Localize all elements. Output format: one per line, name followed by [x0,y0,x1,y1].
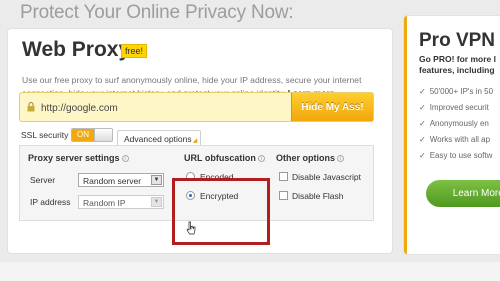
other-options-heading-text: Other options [276,153,335,163]
server-select[interactable]: Random server ▼ [78,173,164,187]
proxy-settings-heading-text: Proxy server settings [28,153,120,163]
disable-javascript-checkbox[interactable] [279,172,288,181]
check-icon: ✓ [419,103,426,112]
disable-javascript-label: Disable Javascript [292,172,361,182]
chevron-down-icon: ▼ [151,175,162,185]
page-headline: Protect Your Online Privacy Now: [20,2,294,23]
ip-address-select-value: Random IP [83,198,126,208]
url-obfuscation-heading-text: URL obfuscation [184,153,256,163]
vpn-feature: ✓ 50'000+ IP's in 50 [419,87,493,96]
proxy-settings-heading: Proxy server settings i [28,153,129,163]
tab-advanced-options[interactable]: Advanced options◢ [117,130,201,146]
vpn-feature: ✓ Works with all ap [419,135,490,144]
pro-vpn-panel: Pro VPN Go PRO! for more l features, inc… [403,15,500,255]
info-icon[interactable]: i [257,155,265,163]
vpn-subtitle: Go PRO! for more l features, including [419,54,496,76]
vpn-feature: ✓ Easy to use softw [419,151,492,160]
url-obfuscation-heading: URL obfuscation i [184,153,265,163]
server-select-value: Random server [83,176,142,186]
url-bar: Hide My Ass! [19,92,374,122]
check-icon: ✓ [419,119,426,128]
vpn-feature-text: 50'000+ IP's in 50 [429,87,494,96]
footer-band [0,262,500,281]
vpn-feature-text: Easy to use softw [429,151,493,160]
triangle-icon: ◢ [192,138,198,144]
ssl-toggle-state: ON [72,129,94,141]
cursor-icon [186,221,196,235]
vpn-feature-text: Works with all ap [429,135,491,144]
ip-address-select[interactable]: Random IP ▼ [78,195,164,209]
disable-flash-label: Disable Flash [292,191,344,201]
check-icon: ✓ [419,87,426,96]
vpn-title: Pro VPN [419,30,496,51]
vpn-feature: ✓ Anonymously en [419,119,489,128]
other-options-heading: Other options i [276,153,344,163]
vpn-accent-stripe [404,16,407,254]
lock-icon [27,102,35,112]
info-icon[interactable]: i [337,155,344,163]
ssl-security-label: SSL security [21,130,69,140]
chevron-down-icon: ▼ [151,197,162,207]
web-proxy-title: Web Proxy [22,38,131,61]
advanced-options-label: Advanced options [124,134,192,144]
vpn-feature: ✓ Improved securit [419,103,489,112]
vpn-subtitle-line2: features, including [419,65,495,75]
ssl-toggle[interactable]: ON [71,128,113,142]
server-label: Server [30,175,56,185]
url-input[interactable] [41,99,281,117]
disable-flash-checkbox[interactable] [279,191,288,200]
hide-my-ass-button[interactable]: Hide My Ass! [291,93,373,121]
ip-address-label: IP address [30,197,71,207]
check-icon: ✓ [419,135,426,144]
info-icon[interactable]: i [121,155,129,163]
learn-more-button[interactable]: Learn More and [426,180,500,207]
vpn-feature-text: Improved securit [429,103,489,112]
vpn-feature-text: Anonymously en [429,119,489,128]
vpn-subtitle-line1: Go PRO! for more l [419,54,496,64]
check-icon: ✓ [419,151,426,160]
free-badge: free! [121,44,148,58]
ssl-toggle-knob [94,129,112,141]
